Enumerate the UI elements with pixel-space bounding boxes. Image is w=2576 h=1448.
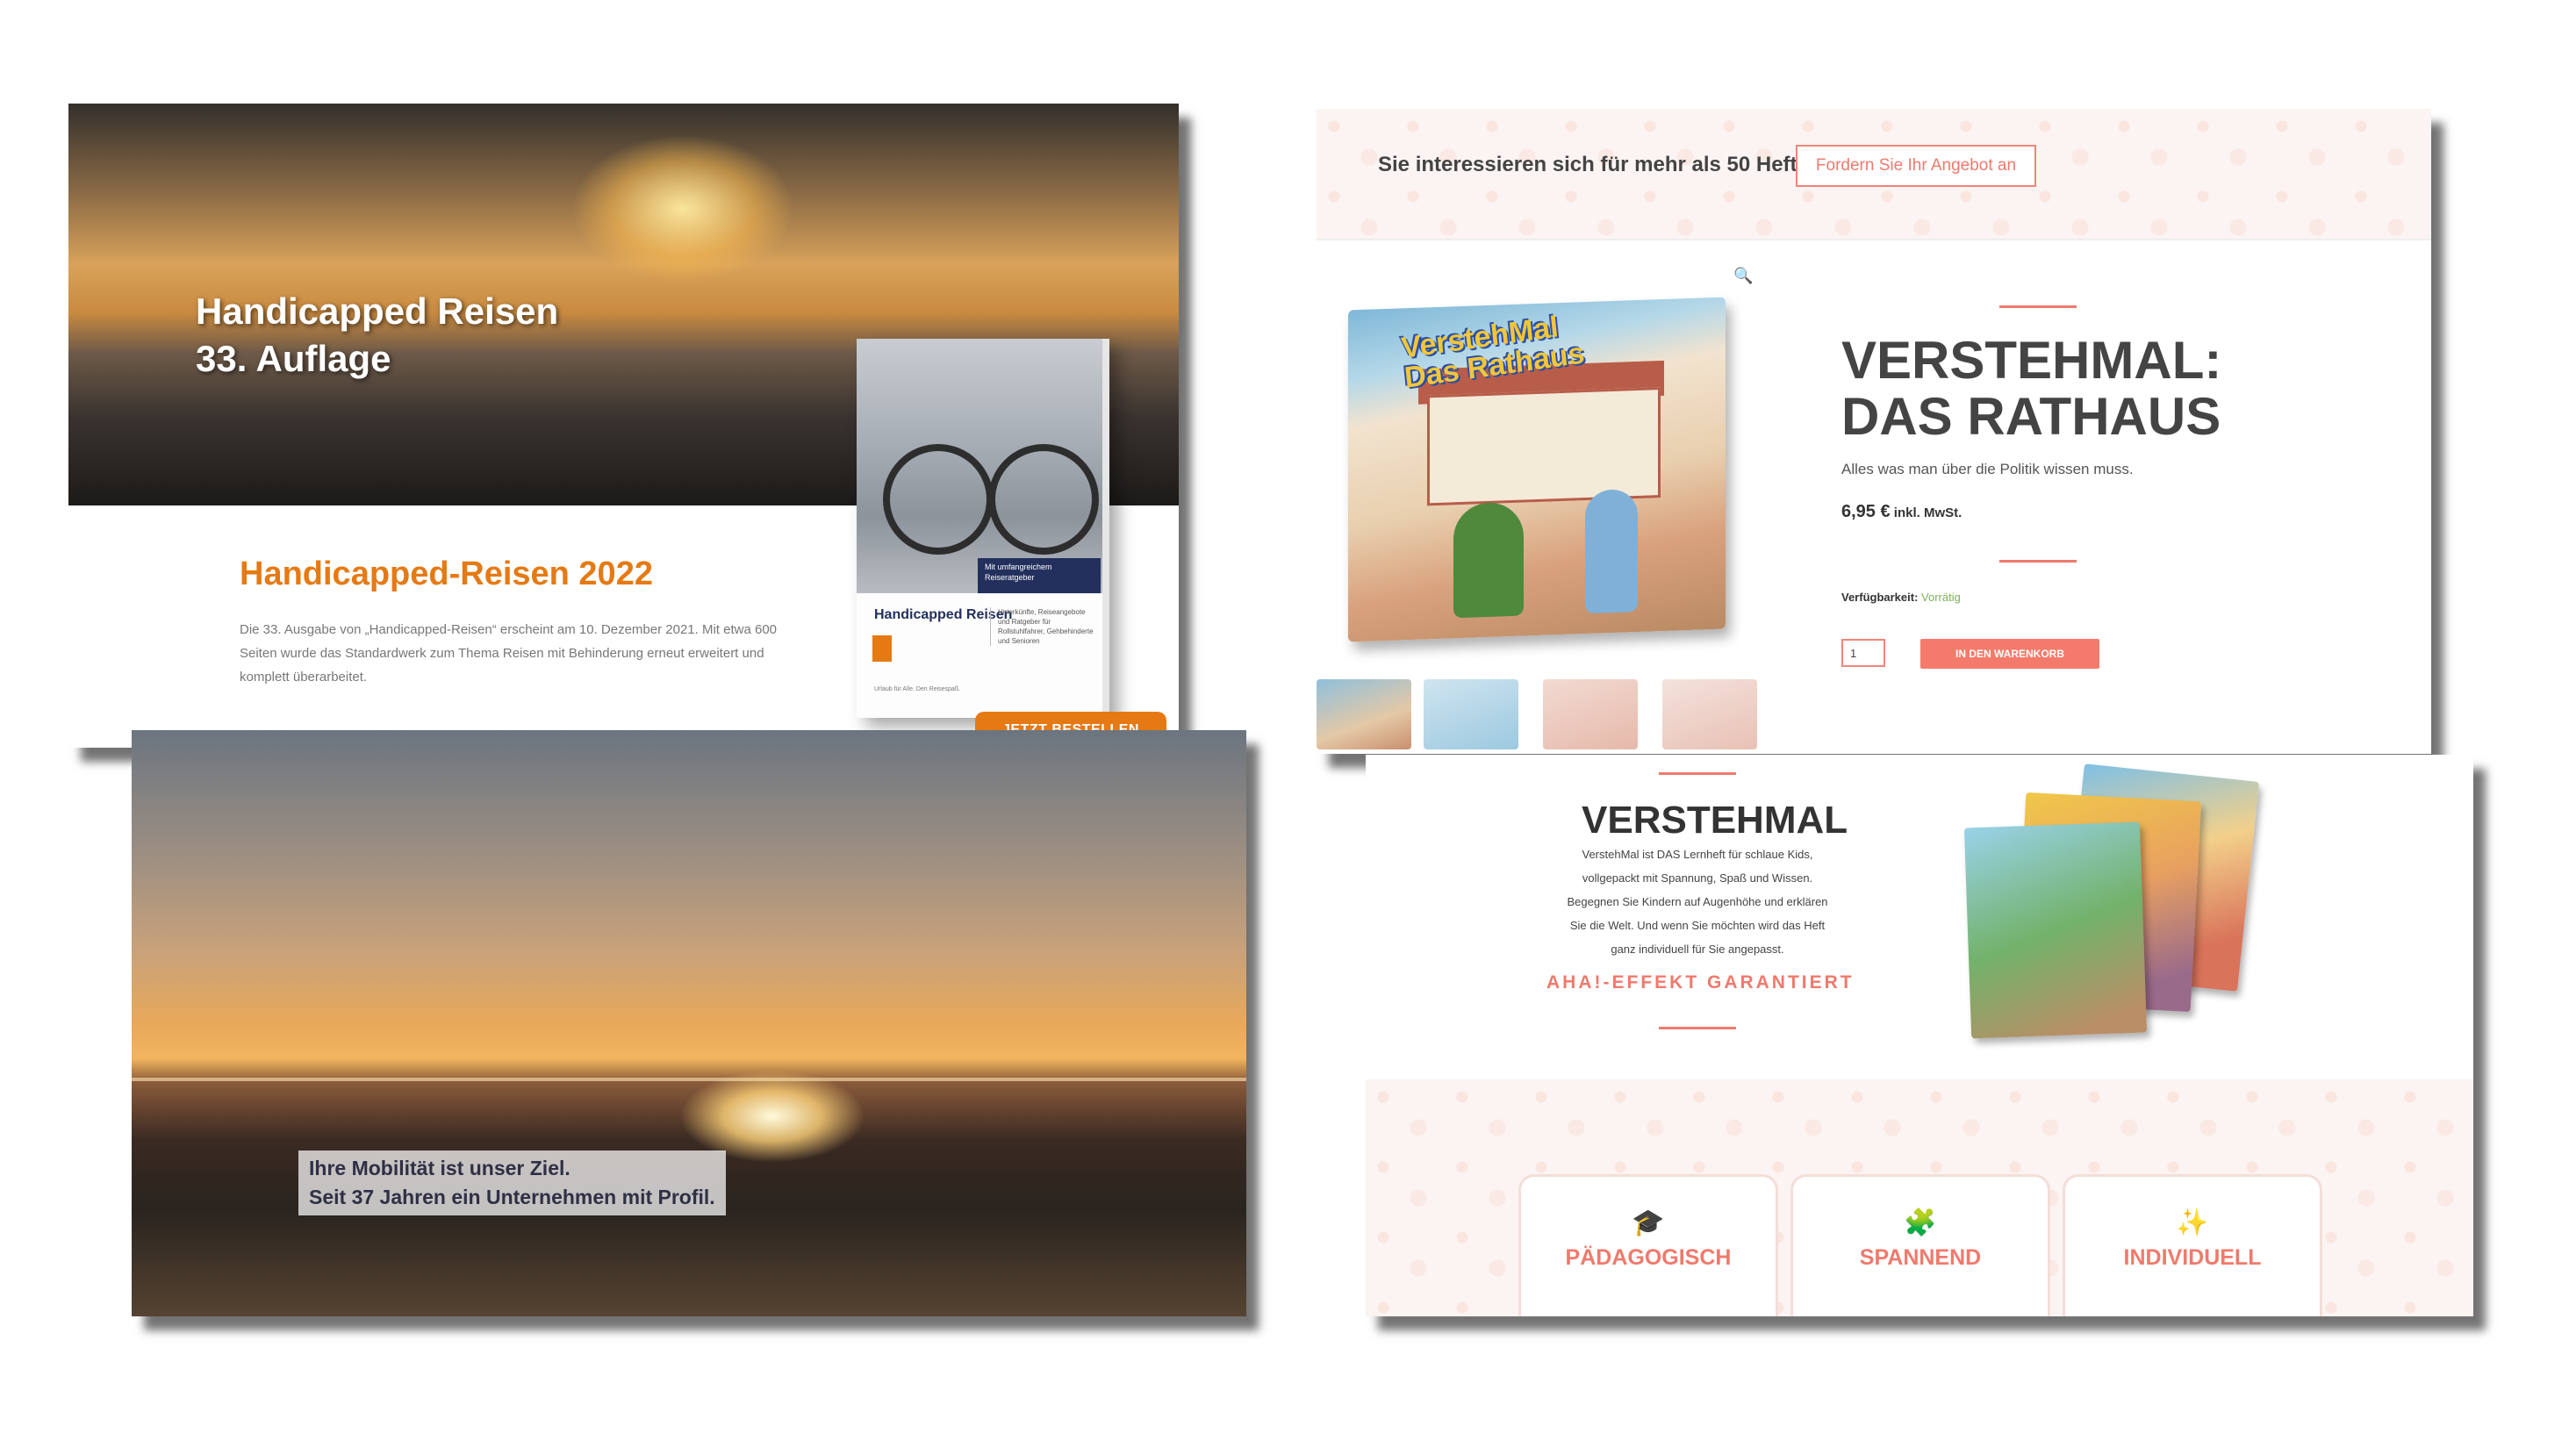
availability-value: Vorrätig <box>1921 591 1961 604</box>
product-thumbnail[interactable] <box>1543 679 1638 749</box>
bulk-offer-text: Sie interessieren sich für mehr als 50 H… <box>1378 153 1822 176</box>
magic-wand-icon: ✨ <box>2176 1208 2209 1237</box>
horizon-line <box>132 1078 1246 1081</box>
body-line: ganz individuell für Sie angepasst. <box>1611 943 1784 956</box>
book-badge: Mit umfangreichem Reiseratgeber <box>978 558 1101 593</box>
feature-card-paedagogisch: 🎓 PÄDAGOGISCH <box>1518 1174 1778 1316</box>
book-subtitle: Urlaub für Alle. Den Reisespaß. <box>874 686 961 692</box>
hero-title-line1: Handicapped Reisen <box>196 290 559 332</box>
cover-kid-blue <box>1585 488 1638 614</box>
body-line: Sie die Welt. Und wenn Sie möchten wird … <box>1569 919 1826 932</box>
graduation-cap-icon: 🎓 <box>1632 1208 1665 1237</box>
product-thumbnail[interactable] <box>1662 679 1757 749</box>
product-title: VERSTEHMAL: DAS RATHAUS <box>1841 333 2221 445</box>
hero-title: Handicapped Reisen 33. Auflage <box>196 288 558 383</box>
page-headline: Handicapped-Reisen 2022 <box>240 556 653 592</box>
availability: Verfügbarkeit: Vorrätig <box>1841 591 1961 604</box>
cover-kid-green <box>1453 501 1524 619</box>
photo-caption: Ihre Mobilität ist unser Ziel. Seit 37 J… <box>298 1151 726 1215</box>
request-offer-button[interactable]: Fordern Sie Ihr Angebot an <box>1796 145 2036 187</box>
feature-card-spannend: 🧩 SPANNEND <box>1790 1174 2050 1316</box>
booklet-cover <box>1963 821 2148 1039</box>
product-title-line1: VERSTEHMAL: <box>1841 331 2222 390</box>
divider-line <box>1659 772 1736 775</box>
puzzle-icon: 🧩 <box>1904 1208 1937 1237</box>
feature-card-individuell: ✨ INDIVIDUELL <box>2063 1174 2322 1316</box>
feature-label: PÄDAGOGISCH <box>1565 1245 1732 1270</box>
cover-townhall <box>1427 387 1661 506</box>
verstehmal-info-card: VERSTEHMAL VerstehMal ist DAS Lernheft f… <box>1366 755 2473 1316</box>
product-thumbnail[interactable] <box>1424 679 1518 749</box>
price-tax-note: inkl. MwSt. <box>1890 505 1962 520</box>
caption-line1: Ihre Mobilität ist unser Ziel. <box>309 1157 570 1179</box>
hero-title-line2: 33. Auflage <box>196 338 391 379</box>
wheelchair-logo-icon <box>872 635 892 662</box>
add-to-cart-button[interactable]: IN DEN WARENKORB <box>1920 639 2099 669</box>
tagline: AHA!-EFFEKT GARANTIERT <box>1546 972 1855 993</box>
product-subtitle: Alles was man über die Politik wissen mu… <box>1841 461 2134 477</box>
beach-photo-card: Ihre Mobilität ist unser Ziel. Seit 37 J… <box>132 730 1246 1316</box>
divider-line <box>1659 1027 1736 1029</box>
feature-label: INDIVIDUELL <box>2123 1245 2262 1270</box>
book-side-text: Unterkünfte, Reiseangebote und Ratgeber … <box>990 607 1094 646</box>
body-line: Begegnen Sie Kindern auf Augenhöhe und e… <box>1567 895 1828 908</box>
price-value: 6,95 € <box>1841 502 1891 521</box>
book-cover-photo: Mit umfangreichem Reiseratgeber <box>857 339 1102 593</box>
section-title: VERSTEHMAL <box>1582 799 1848 842</box>
feature-label: SPANNEND <box>1859 1245 1982 1270</box>
product-thumbnail[interactable] <box>1317 679 1411 749</box>
intro-text: Die 33. Ausgabe von „Handicapped-Reisen“… <box>240 622 778 685</box>
handicapped-reisen-card: Handicapped Reisen 33. Auflage Handicapp… <box>68 104 1179 748</box>
product-cover-image[interactable]: VerstehMal Das Rathaus <box>1348 297 1726 642</box>
body-line: vollgepackt mit Spannung, Spaß und Wisse… <box>1582 871 1813 885</box>
product-price: 6,95 € inkl. MwSt. <box>1841 502 1962 522</box>
caption-line2: Seit 37 Jahren ein Unternehmen mit Profi… <box>309 1186 715 1208</box>
product-title-line2: DAS RATHAUS <box>1841 387 2221 446</box>
zoom-icon[interactable]: 🔍 <box>1733 267 1753 285</box>
bulk-offer-bar: Sie interessieren sich für mehr als 50 H… <box>1317 109 2431 240</box>
info-section <box>1366 755 2473 1079</box>
verstehmal-product-card: Sie interessieren sich für mehr als 50 H… <box>1317 109 2431 754</box>
book-cover-image: Mit umfangreichem Reiseratgeber Handicap… <box>857 339 1109 718</box>
section-body: VerstehMal ist DAS Lernheft für schlaue … <box>1550 842 1845 961</box>
availability-label: Verfügbarkeit: <box>1841 591 1919 604</box>
divider-line <box>1999 560 2077 563</box>
body-line: VerstehMal ist DAS Lernheft für schlaue … <box>1582 848 1813 861</box>
wheelchair-wheel-left <box>883 444 994 555</box>
quantity-input[interactable] <box>1841 639 1885 667</box>
booklet-stack-image <box>1963 763 2263 1039</box>
beach-sunset-photo <box>132 730 1246 1316</box>
wheelchair-wheel-right <box>988 444 1099 555</box>
divider-line <box>1999 305 2077 308</box>
